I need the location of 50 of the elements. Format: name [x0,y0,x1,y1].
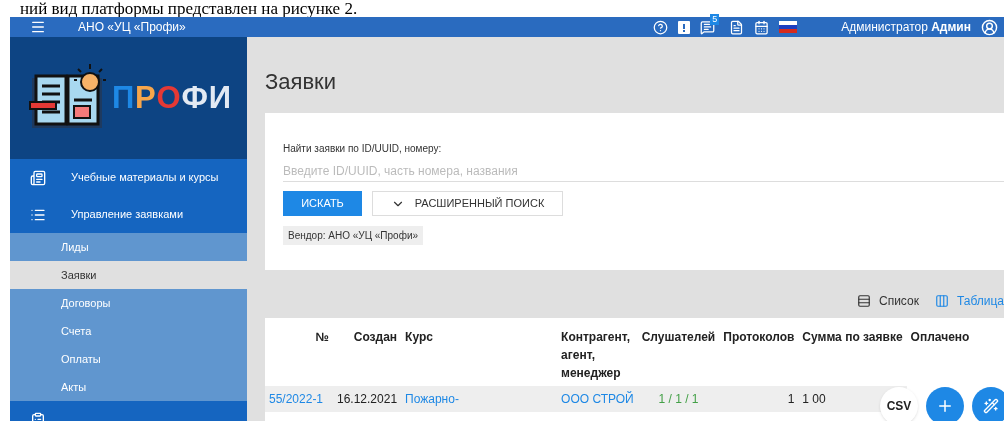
column-header: Протоколов [719,318,799,386]
logo-letter: Р [135,78,157,117]
user-role: Администратор Админ [841,19,971,36]
plus-icon [936,397,954,415]
table-cell[interactable]: Пожарно- [405,392,459,406]
list-view-icon [857,294,871,308]
page-title: Заявки [265,71,338,93]
document-text: ний вид платформы представлен на рисунке 2. [20,0,358,17]
menu-icon[interactable] [30,19,46,35]
org-name: АНО «УЦ «Профи» [78,19,186,36]
add-button[interactable] [926,387,964,421]
column-header: Курс [401,318,532,386]
sidebar-item[interactable]: Управление заявками [10,196,247,233]
columns-icon [934,294,949,308]
calendar-icon[interactable] [754,19,770,35]
magic-wand-icon [983,398,999,414]
column-header: Сумма по заявке [798,318,907,386]
table-cell: 1 00 [802,392,826,406]
search-button[interactable]: ИСКАТЬ [283,191,362,216]
table-cell: 16.12.2021 [337,392,398,406]
table-cell: 1 [787,392,795,406]
search-field[interactable]: Введите ID/UUID, часть номера, названия [283,160,1004,182]
clipboard-alert-icon[interactable] [678,20,691,34]
table-cell[interactable]: 55/2022-1 [269,392,324,406]
column-header: Оплачено [906,318,974,386]
logo-letter: П [112,78,136,117]
view-toggle[interactable]: Список [857,292,919,310]
advanced-search-button[interactable]: РАСШИРЕННЫЙ ПОИСК [372,191,563,216]
document-icon[interactable] [729,19,745,35]
notification-badge: 5 [710,13,720,25]
csv-button[interactable]: CSV [880,387,918,421]
table-cell[interactable]: ООО СТРОЙ [561,392,634,406]
filter-chip[interactable]: Вендор: АНО «УЦ «Профи» [283,226,424,245]
wand-button[interactable] [972,387,1004,421]
table-cell: 1 / 1 / 1 [658,392,699,406]
flag-icon[interactable] [779,21,798,33]
column-header: Слушателей [637,318,720,386]
newspaper-icon [30,169,46,186]
column-header: Контрагент, агент, менеджер [531,318,638,386]
logo-letter: О [156,78,182,117]
logo-letter: И [208,78,232,117]
view-toggle[interactable]: Таблица [934,292,1004,310]
user-avatar-icon[interactable] [981,18,998,36]
column-header: № [265,318,333,386]
search-label: Найти заявки по ID/UUID, номеру: [283,142,442,156]
sidebar-item[interactable]: Учебные материалы и курсы [10,159,247,196]
column-header: Создан [333,318,402,386]
logo-letter: Ф [181,78,209,117]
sidebar-subitem[interactable]: Заявки [10,261,247,289]
help-icon[interactable] [653,19,669,35]
